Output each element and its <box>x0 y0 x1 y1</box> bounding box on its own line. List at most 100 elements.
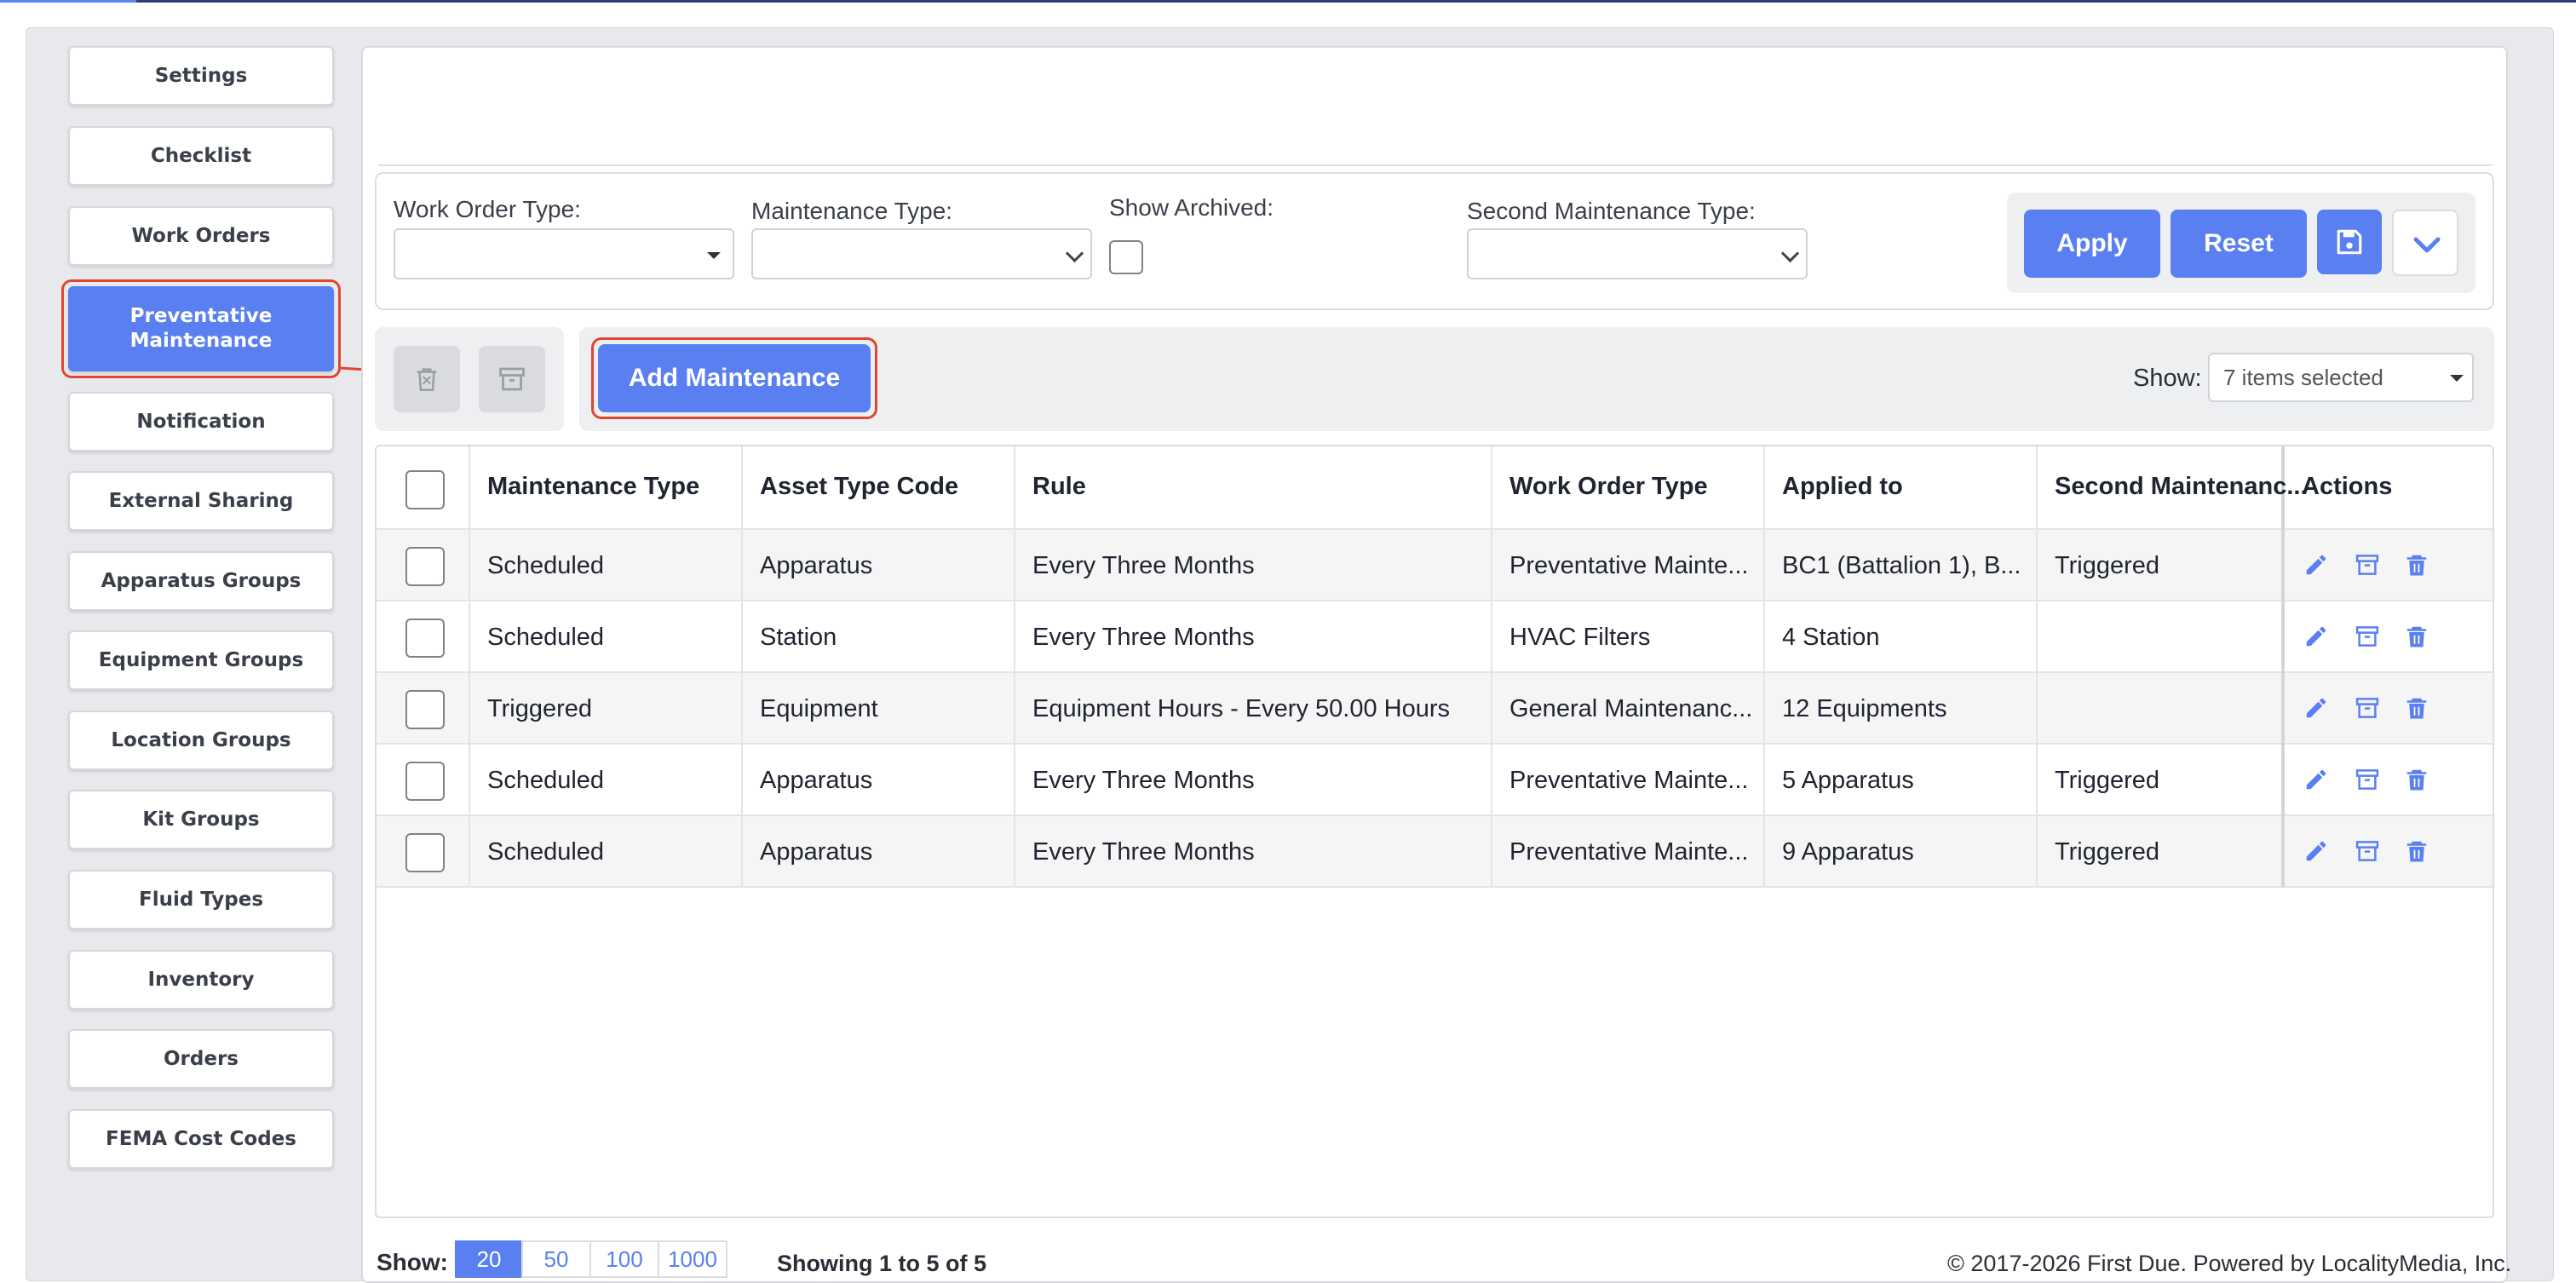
save-filter-button[interactable] <box>2317 210 2382 274</box>
sidebar-item-orders[interactable]: Orders <box>68 1029 334 1089</box>
archive-icon <box>499 367 525 391</box>
archive-icon[interactable] <box>2355 695 2380 721</box>
bulk-delete-button[interactable] <box>394 346 460 412</box>
edit-icon[interactable] <box>2303 624 2329 649</box>
second-maintenance-type-select[interactable] <box>1467 228 1808 279</box>
page-size-50[interactable]: 50 <box>521 1240 591 1278</box>
column-divider <box>1763 446 1765 888</box>
trash-icon[interactable] <box>2404 767 2429 792</box>
sidebar-item-fluid-types[interactable]: Fluid Types <box>68 870 334 929</box>
sidebar-item-apparatus-groups[interactable]: Apparatus Groups <box>68 551 334 611</box>
sidebar-item-external-sharing[interactable]: External Sharing <box>68 471 334 531</box>
archive-icon[interactable] <box>2355 552 2380 578</box>
column-divider <box>741 446 743 888</box>
show-archived-checkbox[interactable] <box>1109 240 1143 274</box>
sidebar-item-preventative-maintenance[interactable]: Preventative Maintenance <box>68 286 334 371</box>
row-checkbox[interactable] <box>405 547 445 586</box>
row-checkbox[interactable] <box>405 762 445 801</box>
cell-work-order-type: General Maintenanc... <box>1509 694 1753 722</box>
sidebar-item-equipment-groups[interactable]: Equipment Groups <box>68 630 334 690</box>
caret-down-icon <box>707 252 721 259</box>
trash-icon[interactable] <box>2404 552 2429 578</box>
cell-applied-to: 12 Equipments <box>1782 694 1947 722</box>
cell-rule: Every Three Months <box>1032 551 1255 579</box>
sidebar-item-location-groups[interactable]: Location Groups <box>68 711 334 770</box>
work-order-type-label: Work Order Type: <box>394 196 581 222</box>
edit-icon[interactable] <box>2303 838 2329 864</box>
expand-filters-button[interactable] <box>2392 210 2458 276</box>
columns-select[interactable]: 7 items selected <box>2208 353 2474 402</box>
select-all-checkbox[interactable] <box>405 470 445 509</box>
columns-show-label: Show: <box>2133 365 2202 392</box>
sidebar-item-kit-groups[interactable]: Kit Groups <box>68 790 334 849</box>
top-bar <box>0 0 2576 3</box>
edit-icon[interactable] <box>2303 767 2329 792</box>
chevron-down-icon <box>1780 244 1800 263</box>
row-checkbox[interactable] <box>405 618 445 658</box>
work-order-type-select[interactable] <box>394 228 734 279</box>
page-size-20[interactable]: 20 <box>455 1240 523 1278</box>
top-bar-accent <box>0 0 136 3</box>
archive-icon[interactable] <box>2355 767 2380 792</box>
sidebar-item-settings[interactable]: Settings <box>68 46 334 106</box>
cell-second-maintenance: Triggered <box>2055 837 2160 866</box>
copyright: © 2017-2026 First Due. Powered by Locali… <box>1947 1251 2512 1276</box>
column-header-work-order-type[interactable]: Work Order Type <box>1509 445 1708 528</box>
row-checkbox[interactable] <box>405 690 445 729</box>
cell-asset-type-code: Station <box>760 623 837 651</box>
cell-second-maintenance: Triggered <box>2055 766 2160 794</box>
cell-rule: Every Three Months <box>1032 766 1255 794</box>
cell-work-order-type: Preventative Mainte... <box>1509 551 1749 579</box>
row-checkbox[interactable] <box>405 833 445 872</box>
page-size-1000[interactable]: 1000 <box>658 1240 727 1278</box>
sidebar-item-work-orders[interactable]: Work Orders <box>68 206 334 266</box>
column-divider <box>469 446 470 888</box>
cell-maintenance-type: Scheduled <box>487 837 605 866</box>
save-icon <box>2337 229 2362 255</box>
cell-applied-to: BC1 (Battalion 1), B... <box>1782 551 2021 579</box>
cell-maintenance-type: Triggered <box>487 694 593 722</box>
edit-icon[interactable] <box>2303 552 2329 578</box>
archive-icon[interactable] <box>2355 838 2380 864</box>
sidebar-item-checklist[interactable]: Checklist <box>68 126 334 186</box>
archive-icon[interactable] <box>2355 624 2380 649</box>
show-archived-label: Show Archived: <box>1109 194 1274 221</box>
column-header-applied-to[interactable]: Applied to <box>1782 445 1903 528</box>
trash-icon[interactable] <box>2404 624 2429 649</box>
add-maintenance-button[interactable]: Add Maintenance <box>598 344 871 412</box>
trash-icon[interactable] <box>2404 695 2429 721</box>
cell-second-maintenance: Triggered <box>2055 551 2160 579</box>
cell-maintenance-type: Scheduled <box>487 623 605 651</box>
column-divider <box>1491 446 1492 888</box>
cell-maintenance-type: Scheduled <box>487 551 605 579</box>
cell-asset-type-code: Apparatus <box>760 551 873 579</box>
sidebar-item-fema-cost-codes[interactable]: FEMA Cost Codes <box>68 1109 334 1169</box>
cell-rule: Every Three Months <box>1032 623 1255 651</box>
column-header-actions: Actions <box>2302 472 2393 500</box>
sidebar-item-notification[interactable]: Notification <box>68 392 334 452</box>
cell-rule: Every Three Months <box>1032 837 1255 866</box>
page-size-label: Show: <box>377 1249 448 1275</box>
column-header-second-maintenance[interactable]: Second Maintenanc... <box>2055 445 2308 528</box>
bulk-archive-button[interactable] <box>479 346 545 412</box>
trash-icon <box>417 368 437 392</box>
maintenance-type-label: Maintenance Type: <box>751 198 953 224</box>
trash-icon[interactable] <box>2404 838 2429 864</box>
caret-down-icon <box>2450 375 2464 382</box>
second-maintenance-type-label: Second Maintenance Type: <box>1467 198 1756 224</box>
cell-applied-to: 9 Apparatus <box>1782 837 1914 866</box>
cell-applied-to: 5 Apparatus <box>1782 766 1914 794</box>
column-header-rule[interactable]: Rule <box>1032 445 1086 528</box>
apply-button[interactable]: Apply <box>2024 210 2160 278</box>
column-header-maintenance-type[interactable]: Maintenance Type <box>487 445 699 528</box>
cell-applied-to: 4 Station <box>1782 623 1880 651</box>
reset-button[interactable]: Reset <box>2171 210 2307 278</box>
maintenance-type-select[interactable] <box>751 228 1092 279</box>
sidebar-item-inventory[interactable]: Inventory <box>68 950 334 1010</box>
column-divider <box>2036 446 2038 888</box>
column-header-asset-type-code[interactable]: Asset Type Code <box>760 445 958 528</box>
edit-icon[interactable] <box>2303 695 2329 721</box>
page-size-100[interactable]: 100 <box>589 1240 659 1278</box>
column-divider <box>1014 446 1015 888</box>
cell-work-order-type: Preventative Mainte... <box>1509 766 1749 794</box>
